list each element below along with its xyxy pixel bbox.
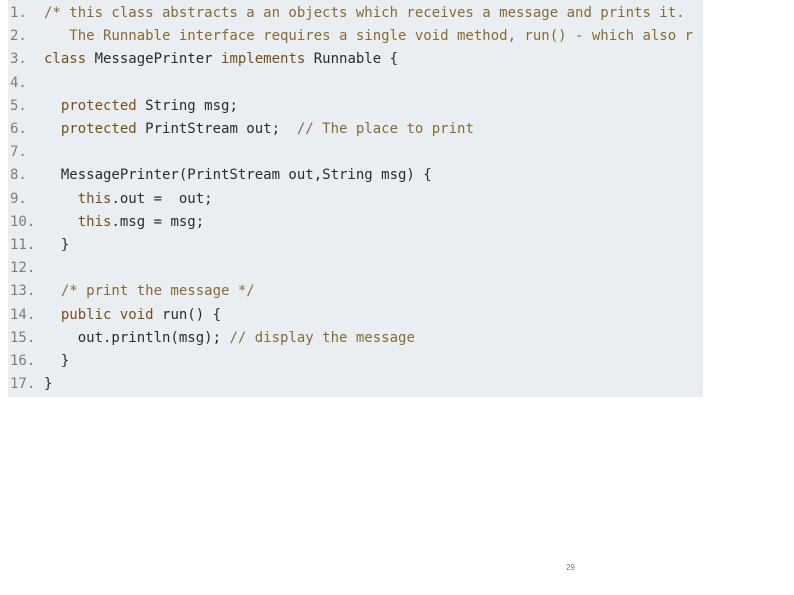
code-token: String msg; (145, 97, 238, 114)
code-token: MessagePrinter (94, 51, 222, 68)
code-line: 13. /* print the message */ (8, 280, 255, 303)
code-panel: 1. /* this class abstracts a an objects w… (8, 0, 703, 397)
code-line: 2. The Runnable interface requires a sin… (8, 25, 693, 48)
page-number: 29 (566, 563, 575, 572)
code-token: The Runnable interface requires a single… (44, 28, 694, 45)
line-number: 12. (10, 260, 36, 277)
code-token: protected (44, 97, 146, 114)
code-token: { (389, 51, 399, 68)
line-number: 4. (10, 74, 27, 91)
code-token: protected (44, 121, 146, 137)
code-token: Runnable (313, 51, 390, 68)
line-number: 13. (10, 283, 36, 300)
code-token: } (44, 237, 70, 253)
code-line: 10. this.msg = msg; (8, 211, 204, 234)
code-line: 7. (8, 141, 44, 164)
code-token: PrintStream out; (145, 121, 297, 137)
code-token: run() { (162, 306, 222, 323)
code-token: out.println(msg); (44, 329, 230, 346)
code-line: 4. (8, 72, 44, 95)
code-line: 5. protected String msg; (8, 95, 238, 118)
line-number: 17. (10, 376, 36, 393)
line-number: 7. (10, 144, 27, 161)
code-line: 16. } (8, 350, 69, 373)
code-line: 12. (8, 257, 44, 280)
code-line: 6. protected PrintStream out; // The pla… (8, 118, 474, 141)
code-token: } (44, 376, 53, 393)
line-number: 5. (10, 97, 27, 114)
code-line: 11. } (8, 234, 69, 257)
line-number: 14. (10, 306, 36, 323)
code-token: } (44, 353, 70, 369)
code-token: .out = out; (111, 190, 213, 207)
line-number: 9. (10, 190, 27, 207)
code-token: .msg = msg; (111, 213, 205, 230)
code-token: class (44, 51, 95, 68)
code-token: /* print the message */ (44, 283, 255, 300)
code-line: 14. public void run() { (8, 304, 221, 327)
code-token: implements (221, 51, 314, 68)
line-number: 3. (10, 51, 27, 68)
code-line: 15. out.println(msg); // display the mes… (8, 327, 415, 350)
code-line: 8. MessagePrinter(PrintStream out,String… (8, 164, 432, 187)
code-token: this (44, 213, 112, 230)
line-number: 10. (10, 213, 36, 230)
code-token: public void (44, 306, 163, 323)
code-line: 3. class MessagePrinter implements Runnab… (8, 48, 398, 71)
line-number: 16. (10, 353, 36, 369)
code-token: this (44, 190, 112, 207)
line-number: 2. (10, 28, 27, 45)
code-token: MessagePrinter(PrintStream out,String ms… (44, 167, 432, 184)
code-line: 1. /* this class abstracts a an objects w… (8, 2, 685, 25)
code-line: 9. this.out = out; (8, 188, 213, 211)
line-number: 6. (10, 121, 27, 137)
code-line: 17.} (8, 373, 52, 396)
line-number: 1. (10, 5, 27, 21)
code-token: /* this class abstracts a an objects whi… (44, 5, 685, 21)
line-number: 11. (10, 237, 36, 253)
code-token: // The place to print (296, 121, 474, 137)
code-token: // display the message (229, 329, 415, 346)
line-number: 8. (10, 167, 27, 184)
line-number: 15. (10, 329, 36, 346)
